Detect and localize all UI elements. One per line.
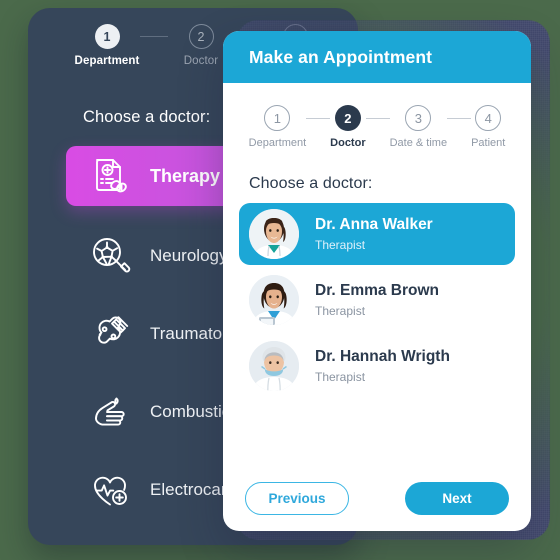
modal-step-4-number: 4 [475, 105, 502, 131]
avatar [249, 275, 299, 325]
doctor-meta: Dr. Emma Brown Therapist [315, 281, 439, 318]
modal-step-doctor[interactable]: 2 Doctor [330, 105, 366, 149]
doctor-portrait-icon [249, 341, 299, 391]
modal-title: Make an Appointment [249, 46, 433, 67]
modal-step-patient[interactable]: 4 Patient [471, 105, 505, 149]
doctor-name: Dr. Anna Walker [315, 216, 433, 234]
modal-step-1-label: Department [248, 137, 307, 149]
modal-step-2-label: Doctor [330, 137, 366, 149]
bone-bandage-icon [98, 316, 129, 344]
prescription-pills-icon [96, 159, 127, 193]
doctor-row-anna-walker[interactable]: Dr. Anna Walker Therapist [239, 203, 515, 265]
doctor-portrait-icon [249, 209, 299, 259]
panel-step-2-label: Doctor [183, 55, 219, 67]
previous-button[interactable]: Previous [245, 482, 349, 515]
modal-step-indicator: 1 Department 2 Doctor 3 Date & time 4 Pa… [223, 105, 531, 149]
doctor-meta: Dr. Anna Walker Therapist [315, 215, 433, 252]
brain-magnifier-icon [93, 238, 131, 273]
doctor-row-hannah-wrigth[interactable]: Dr. Hannah Wrigth Therapist [239, 335, 515, 397]
doctor-meta: Dr. Hannah Wrigth Therapist [315, 347, 450, 384]
panel-heading: Choose a doctor: [83, 108, 211, 126]
modal-step-2-number: 2 [334, 105, 361, 131]
avatar [249, 341, 299, 391]
choose-doctor-heading: Choose a doctor: [249, 175, 373, 192]
modal-step-3-number: 3 [405, 105, 432, 131]
panel-step-connector-1 [140, 35, 168, 38]
burned-hand-icon [95, 397, 125, 426]
department-label-neurology: Neurology [150, 246, 228, 265]
modal-step-4-label: Patient [471, 137, 506, 149]
modal-actions: Previous Next [223, 482, 531, 515]
screen: 1 Department 2 Doctor 3 Date & time Choo… [0, 0, 560, 560]
doctor-name: Dr. Hannah Wrigth [315, 348, 450, 366]
modal-header: Make an Appointment [223, 31, 531, 83]
modal-step-date-time[interactable]: 3 Date & time [390, 105, 447, 149]
department-label-therapy: Therapy [150, 165, 221, 186]
panel-step-1-number: 1 [94, 24, 120, 49]
appointment-modal: Make an Appointment 1 Department 2 Docto… [223, 31, 531, 531]
doctor-role: Therapist [315, 369, 366, 384]
doctor-row-emma-brown[interactable]: Dr. Emma Brown Therapist [239, 269, 515, 331]
panel-step-1-label: Department [74, 55, 140, 67]
doctor-list: Dr. Anna Walker Therapist Dr. Emma Brown… [223, 203, 531, 397]
modal-step-department[interactable]: 1 Department [249, 105, 306, 149]
panel-step-1[interactable]: 1 Department [74, 24, 140, 67]
modal-step-connector-3 [447, 117, 472, 119]
heart-pulse-plus-icon [94, 476, 127, 506]
modal-step-connector-2 [365, 117, 390, 119]
doctor-role: Therapist [315, 237, 366, 252]
doctor-role: Therapist [315, 303, 366, 318]
avatar [249, 209, 299, 259]
modal-step-3-label: Date & time [389, 137, 448, 149]
modal-step-1-number: 1 [264, 105, 291, 131]
next-button[interactable]: Next [405, 482, 509, 515]
modal-step-connector-1 [306, 117, 331, 119]
panel-step-2-number: 2 [188, 24, 214, 49]
doctor-portrait-icon [249, 275, 299, 325]
doctor-name: Dr. Emma Brown [315, 282, 440, 300]
